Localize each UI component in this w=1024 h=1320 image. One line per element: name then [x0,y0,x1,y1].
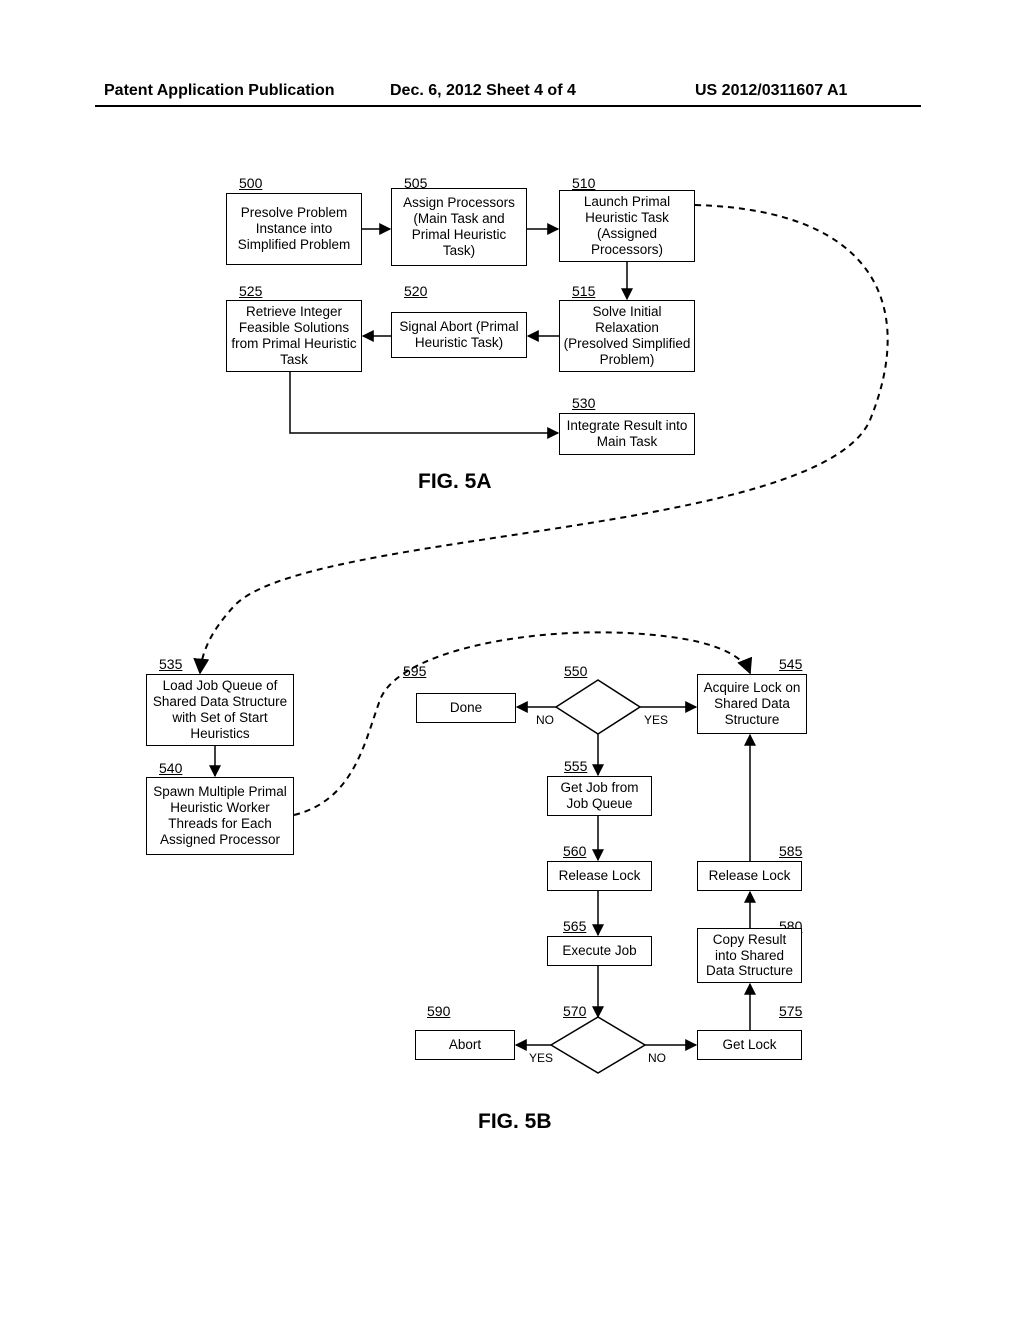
box-500: Presolve Problem Instance into Simplifie… [226,193,362,265]
box-595: Done [416,693,516,723]
box-545: Acquire Lock on Shared Data Structure [697,674,807,734]
edge-550-no: NO [536,713,554,727]
ref-595: 595 [403,663,426,679]
ref-535: 535 [159,656,182,672]
header-left: Patent Application Publication [104,82,335,100]
box-580: Copy Result into Shared Data Structure [697,928,802,983]
header-rule [95,105,921,107]
box-565: Execute Job [547,936,652,966]
edge-550-yes: YES [644,713,668,727]
ref-560: 560 [563,843,586,859]
box-555: Get Job from Job Queue [547,776,652,816]
fig-5b-label: FIG. 5B [478,1110,552,1134]
box-575: Get Lock [697,1030,802,1060]
box-515: Solve Initial Relaxation (Presolved Simp… [559,300,695,372]
ref-590: 590 [427,1003,450,1019]
ref-555: 555 [564,758,587,774]
ref-500: 500 [239,175,262,191]
ref-570: 570 [563,1003,586,1019]
ref-515: 515 [572,283,595,299]
fig-5a-label: FIG. 5A [418,470,492,494]
box-540: Spawn Multiple Primal Heuristic Worker T… [146,777,294,855]
edge-570-no: NO [648,1051,666,1065]
ref-565: 565 [563,918,586,934]
ref-585: 585 [779,843,802,859]
box-585: Release Lock [697,861,802,891]
box-520: Signal Abort (Primal Heuristic Task) [391,312,527,358]
ref-550: 550 [564,663,587,679]
box-505: Assign Processors (Main Task and Primal … [391,188,527,266]
box-590: Abort [415,1030,515,1060]
header-center: Dec. 6, 2012 Sheet 4 of 4 [390,82,576,100]
box-535: Load Job Queue of Shared Data Structure … [146,674,294,746]
diamond-570-text: Abort? [579,1038,619,1053]
box-530: Integrate Result into Main Task [559,413,695,455]
ref-540: 540 [159,760,182,776]
box-560: Release Lock [547,861,652,891]
box-510: Launch Primal Heuristic Task (Assigned P… [559,190,695,262]
ref-525: 525 [239,283,262,299]
ref-575: 575 [779,1003,802,1019]
ref-545: 545 [779,656,802,672]
edge-570-yes: YES [529,1051,553,1065]
header-right: US 2012/0311607 A1 [695,82,847,100]
ref-520: 520 [404,283,427,299]
diamond-550-text: Job? [582,700,611,715]
box-525: Retrieve Integer Feasible Solutions from… [226,300,362,372]
ref-530: 530 [572,395,595,411]
ref-510: 510 [572,175,595,191]
